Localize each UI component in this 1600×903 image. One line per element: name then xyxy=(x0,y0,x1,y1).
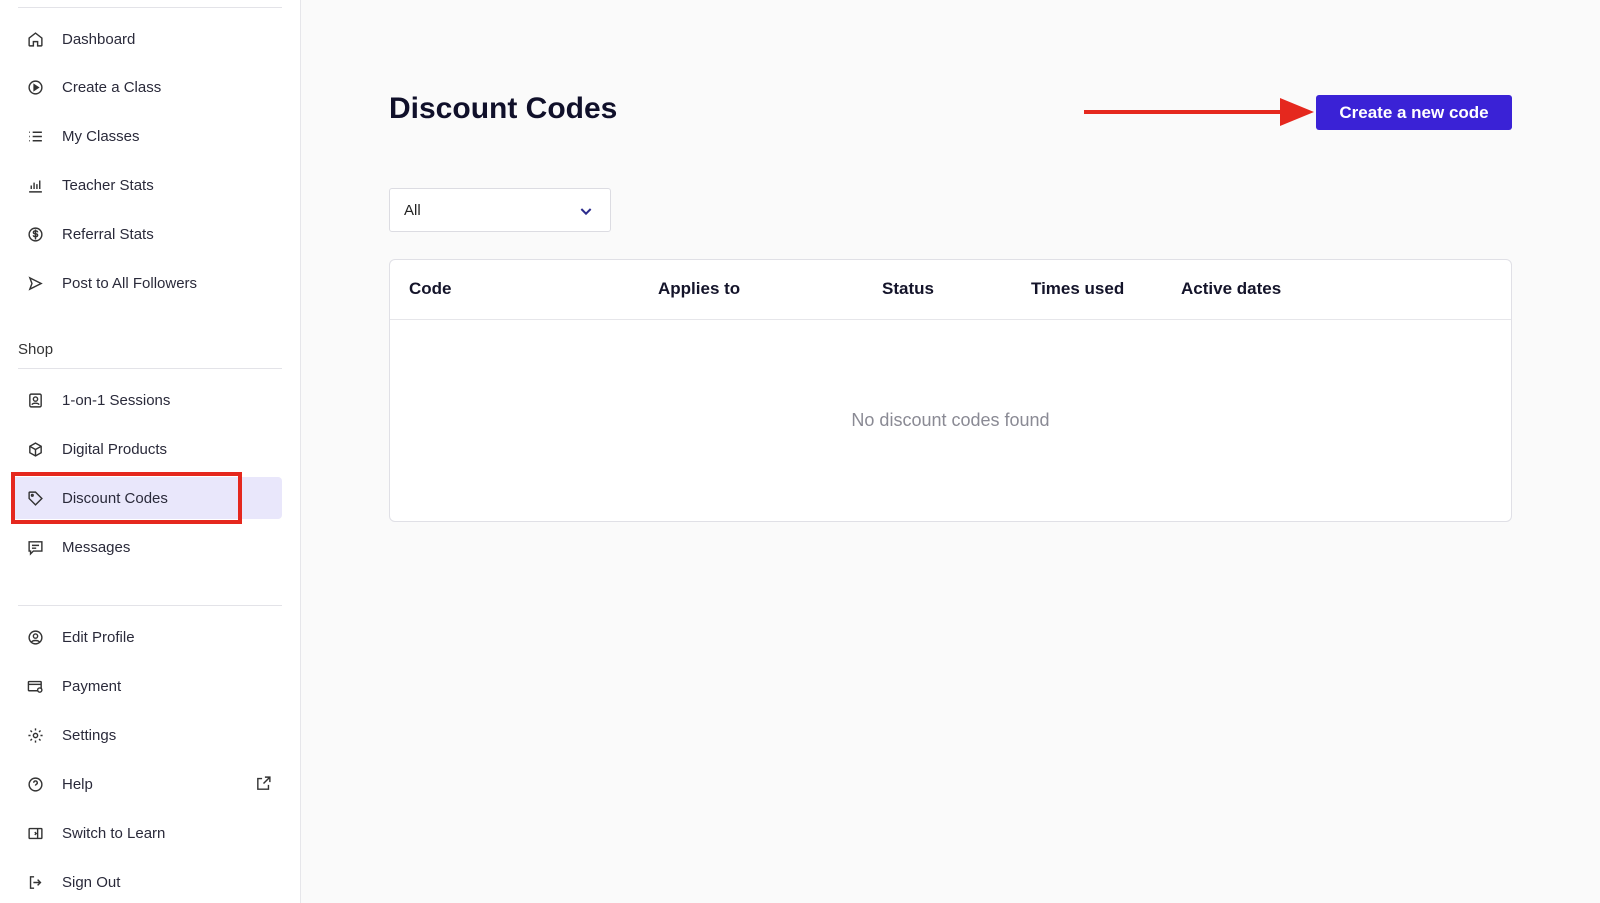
sidebar-item-payment[interactable]: Payment xyxy=(12,665,282,707)
cube-icon xyxy=(26,440,44,458)
sidebar-item-label: My Classes xyxy=(62,127,140,145)
page-title: Discount Codes xyxy=(389,92,618,125)
question-circle-icon xyxy=(26,775,44,793)
send-icon xyxy=(26,274,44,292)
discount-codes-table: Code Applies to Status Times used Active… xyxy=(389,259,1512,522)
sidebar-item-discount-codes[interactable]: Discount Codes xyxy=(12,477,282,519)
sidebar-item-referral-stats[interactable]: Referral Stats xyxy=(12,213,282,255)
sidebar-item-label: Help xyxy=(62,775,93,793)
bar-chart-icon xyxy=(26,176,44,194)
sidebar-item-label: 1-on-1 Sessions xyxy=(62,391,171,409)
sidebar: Dashboard Create a Class My Classes Teac… xyxy=(0,0,301,903)
shop-section-label: Shop xyxy=(18,341,54,358)
sidebar-item-messages[interactable]: Messages xyxy=(12,526,282,568)
sidebar-item-teacher-stats[interactable]: Teacher Stats xyxy=(12,164,282,206)
sidebar-item-label: Payment xyxy=(62,677,122,695)
list-icon xyxy=(26,127,44,145)
status-filter-value: All xyxy=(404,201,421,219)
create-new-code-button[interactable]: Create a new code xyxy=(1316,95,1512,130)
column-header-active-dates: Active dates xyxy=(1181,279,1282,298)
message-icon xyxy=(26,538,44,556)
dollar-circle-icon xyxy=(26,225,44,243)
sidebar-item-label: Edit Profile xyxy=(62,628,135,646)
sidebar-item-settings[interactable]: Settings xyxy=(12,714,282,756)
sidebar-item-label: Post to All Followers xyxy=(62,274,198,292)
play-circle-icon xyxy=(26,78,44,96)
tag-icon xyxy=(26,489,44,507)
column-header-applies-to: Applies to xyxy=(658,279,741,298)
external-link-icon xyxy=(255,775,272,792)
gear-icon xyxy=(26,726,44,744)
column-header-status: Status xyxy=(882,279,934,298)
sidebar-item-sign-out[interactable]: Sign Out xyxy=(12,861,282,903)
sidebar-item-label: Sign Out xyxy=(62,873,121,891)
sidebar-top-divider xyxy=(18,7,282,8)
user-frame-icon xyxy=(26,391,44,409)
sidebar-item-label: Dashboard xyxy=(62,30,136,48)
column-header-times-used: Times used xyxy=(1031,279,1125,298)
column-header-code: Code xyxy=(409,279,452,298)
bottom-divider xyxy=(18,605,282,606)
user-circle-icon xyxy=(26,628,44,646)
sidebar-item-label: Settings xyxy=(62,726,117,744)
sidebar-item-switch-learn[interactable]: Switch to Learn xyxy=(12,812,282,854)
sidebar-item-label: Messages xyxy=(62,538,131,556)
card-gear-icon xyxy=(26,677,44,695)
status-filter-select[interactable]: All xyxy=(389,188,611,232)
sidebar-item-post-followers[interactable]: Post to All Followers xyxy=(12,262,282,304)
sidebar-item-label: Switch to Learn xyxy=(62,824,166,842)
sidebar-item-help[interactable]: Help xyxy=(12,763,282,805)
sidebar-item-my-classes[interactable]: My Classes xyxy=(12,115,282,157)
switch-icon xyxy=(26,824,44,842)
annotation-arrow xyxy=(1084,98,1314,126)
sidebar-item-label: Create a Class xyxy=(62,78,162,96)
sidebar-item-sessions[interactable]: 1-on-1 Sessions xyxy=(12,379,282,421)
chevron-down-icon xyxy=(578,203,594,219)
sidebar-item-dashboard[interactable]: Dashboard xyxy=(12,18,282,60)
home-icon xyxy=(26,30,44,48)
table-header: Code Applies to Status Times used Active… xyxy=(390,260,1511,320)
sidebar-item-label: Referral Stats xyxy=(62,225,154,243)
sign-out-icon xyxy=(26,873,44,891)
sidebar-item-create-class[interactable]: Create a Class xyxy=(12,66,282,108)
shop-divider xyxy=(18,368,282,369)
sidebar-item-edit-profile[interactable]: Edit Profile xyxy=(12,616,282,658)
sidebar-item-digital-products[interactable]: Digital Products xyxy=(12,428,282,470)
sidebar-item-label: Digital Products xyxy=(62,440,168,458)
sidebar-item-label: Teacher Stats xyxy=(62,176,154,194)
sidebar-item-label: Discount Codes xyxy=(62,489,168,507)
empty-state-message: No discount codes found xyxy=(851,410,1050,430)
